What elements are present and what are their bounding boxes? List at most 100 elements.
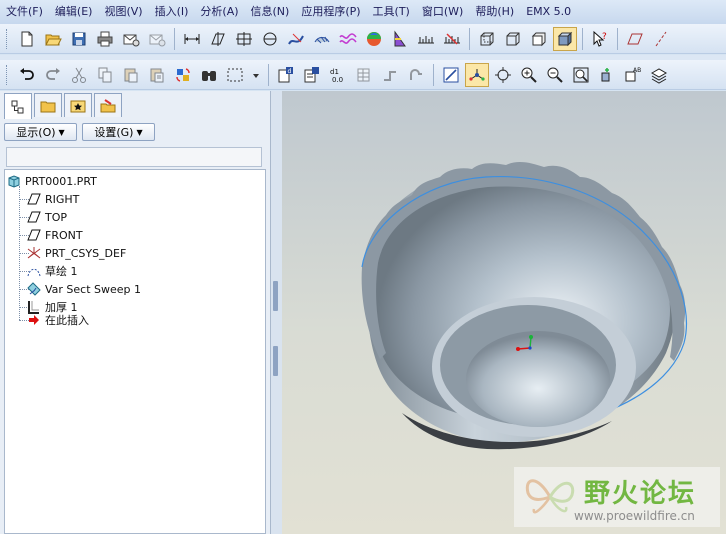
show-dropdown-label: 显示(O) bbox=[16, 126, 56, 139]
expand-handle[interactable] bbox=[273, 346, 278, 376]
tree-item-top-plane[interactable]: TOP bbox=[27, 208, 67, 226]
context-help-button[interactable]: ? bbox=[588, 27, 612, 51]
tree-item-insert-here[interactable]: 在此插入 bbox=[27, 311, 89, 329]
layers-icon bbox=[650, 67, 668, 84]
orient-mode-button[interactable] bbox=[491, 63, 515, 87]
open-button[interactable] bbox=[41, 27, 65, 51]
axis-icon bbox=[655, 31, 667, 46]
send-mail-button[interactable] bbox=[119, 27, 143, 51]
measure-red-icon bbox=[444, 32, 460, 45]
saved-views-button[interactable]: AB bbox=[621, 63, 645, 87]
tab-favorites[interactable] bbox=[64, 93, 92, 117]
collapse-handle[interactable] bbox=[273, 281, 278, 311]
reorient-button[interactable] bbox=[595, 63, 619, 87]
paste-special-button[interactable] bbox=[145, 63, 169, 87]
chevron-down-icon: ▼ bbox=[58, 127, 65, 137]
panel-splitter[interactable] bbox=[270, 91, 282, 534]
switch-dimensions-button[interactable]: d1 0.0 bbox=[326, 63, 350, 87]
tree-item-csys[interactable]: PRT_CSYS_DEF bbox=[27, 244, 126, 262]
draft-analysis-button[interactable] bbox=[388, 27, 412, 51]
select-box-button[interactable] bbox=[223, 63, 247, 87]
hidden-line-button[interactable] bbox=[501, 27, 525, 51]
datum-plane-icon bbox=[211, 31, 225, 46]
shading-analysis-button[interactable] bbox=[362, 27, 386, 51]
tree-item-label: Var Sect Sweep 1 bbox=[45, 282, 142, 296]
menu-view[interactable]: 视图(V) bbox=[98, 0, 148, 24]
parameters-button[interactable] bbox=[300, 63, 324, 87]
new-file-button[interactable] bbox=[15, 27, 39, 51]
tree-filter-field[interactable] bbox=[6, 147, 262, 167]
spin-center-button[interactable] bbox=[465, 62, 489, 87]
relations-button[interactable]: d bbox=[274, 63, 298, 87]
toolbar-grip[interactable] bbox=[6, 64, 10, 85]
tree-item-sketch[interactable]: 草绘 1 bbox=[27, 262, 78, 280]
dimension-display-button[interactable] bbox=[180, 27, 204, 51]
menu-tools[interactable]: 工具(T) bbox=[367, 0, 416, 24]
menu-insert[interactable]: 插入(I) bbox=[149, 0, 195, 24]
toolbar-separator bbox=[174, 27, 175, 50]
sketch-icon bbox=[443, 67, 459, 82]
plane-tool-button[interactable] bbox=[623, 27, 647, 51]
tree-root[interactable]: PRT0001.PRT bbox=[7, 172, 97, 190]
datum-points-button[interactable] bbox=[258, 27, 282, 51]
datum-plane-icon bbox=[27, 193, 41, 205]
sketch-icon bbox=[27, 268, 41, 277]
menu-emx[interactable]: EMX 5.0 bbox=[520, 0, 577, 24]
settings-dropdown[interactable]: 设置(G) ▼ bbox=[82, 123, 155, 141]
shading-button[interactable] bbox=[553, 26, 577, 51]
layers-button[interactable] bbox=[647, 63, 671, 87]
switch-dims-icon: d10.0 bbox=[330, 68, 343, 84]
paste-button[interactable] bbox=[119, 63, 143, 87]
menu-file[interactable]: 文件(F) bbox=[0, 0, 49, 24]
zoom-in-button[interactable] bbox=[517, 63, 541, 87]
color-sphere-icon bbox=[367, 31, 381, 46]
family-table-button[interactable] bbox=[352, 63, 376, 87]
curvature-analysis-button[interactable] bbox=[336, 27, 360, 51]
no-hidden-button[interactable] bbox=[527, 27, 551, 51]
find-button[interactable] bbox=[197, 63, 221, 87]
redo-button[interactable] bbox=[41, 63, 65, 87]
copy-button[interactable] bbox=[93, 63, 117, 87]
datum-axes-button[interactable] bbox=[232, 27, 256, 51]
mass-properties-button[interactable] bbox=[440, 27, 464, 51]
menu-applications[interactable]: 应用程序(P) bbox=[295, 0, 366, 24]
tab-model-tree[interactable] bbox=[4, 93, 32, 119]
toolbar-second: d d1 0.0 AB bbox=[0, 60, 726, 90]
new-file-icon bbox=[21, 31, 33, 46]
show-dropdown[interactable]: 显示(O) ▼ bbox=[4, 123, 77, 141]
save-button[interactable] bbox=[67, 27, 91, 51]
select-filter-dropdown[interactable] bbox=[249, 63, 263, 87]
toolbar-grip[interactable] bbox=[6, 28, 10, 49]
regenerate-button[interactable] bbox=[171, 63, 195, 87]
measure-button[interactable] bbox=[414, 27, 438, 51]
tree-item-front-plane[interactable]: FRONT bbox=[27, 226, 83, 244]
wireframe-button[interactable] bbox=[475, 27, 499, 51]
saved-views-icon: AB bbox=[625, 67, 641, 81]
ud-feature-button[interactable] bbox=[404, 63, 428, 87]
print-button[interactable] bbox=[93, 27, 117, 51]
datum-point-icon bbox=[263, 32, 277, 45]
printer-icon bbox=[97, 31, 113, 46]
sketch-tool-button[interactable] bbox=[284, 27, 308, 51]
tab-connections[interactable] bbox=[94, 93, 122, 117]
menu-help[interactable]: 帮助(H) bbox=[469, 0, 520, 24]
datum-planes-button[interactable] bbox=[206, 27, 230, 51]
surface-analysis-button[interactable] bbox=[310, 27, 334, 51]
redo-icon bbox=[46, 67, 60, 80]
undo-button[interactable] bbox=[15, 63, 39, 87]
menu-window[interactable]: 窗口(W) bbox=[416, 0, 469, 24]
tree-item-right-plane[interactable]: RIGHT bbox=[27, 190, 79, 208]
model-tree: PRT0001.PRT RIGHT TOP FRONT PRT_CSYS_DEF… bbox=[4, 169, 266, 534]
program-button[interactable] bbox=[378, 63, 402, 87]
menu-analysis[interactable]: 分析(A) bbox=[194, 0, 244, 24]
refit-button[interactable] bbox=[569, 63, 593, 87]
zoom-out-button[interactable] bbox=[543, 63, 567, 87]
cut-button[interactable] bbox=[67, 63, 91, 87]
menu-edit[interactable]: 编辑(E) bbox=[49, 0, 99, 24]
axis-tool-button[interactable] bbox=[649, 27, 673, 51]
menu-info[interactable]: 信息(N) bbox=[245, 0, 296, 24]
sketch-button[interactable] bbox=[439, 63, 463, 87]
tree-item-var-sect-sweep[interactable]: Var Sect Sweep 1 bbox=[27, 280, 141, 298]
tab-folder-browser[interactable] bbox=[34, 93, 62, 117]
send-attachment-button[interactable] bbox=[145, 27, 169, 51]
